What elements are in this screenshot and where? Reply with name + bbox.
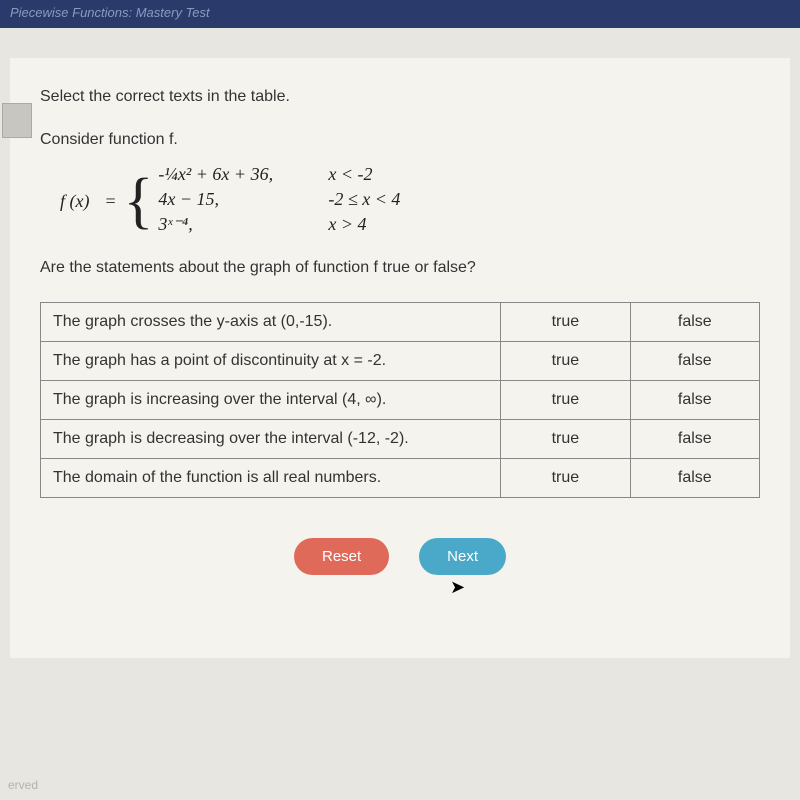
function-definition: f (x) = { -¼x² + 6x + 36, x < -2 4x − 15…	[40, 164, 760, 239]
table-row: The graph crosses the y-axis at (0,-15).…	[41, 303, 760, 342]
piece-cond: x > 4	[328, 214, 366, 235]
statement-cell: The graph is increasing over the interva…	[41, 381, 501, 420]
table-row: The graph is decreasing over the interva…	[41, 420, 760, 459]
table-row: The graph is increasing over the interva…	[41, 381, 760, 420]
statement-cell: The domain of the function is all real n…	[41, 459, 501, 498]
piece-expr: 4x − 15,	[158, 189, 328, 210]
true-cell[interactable]: true	[501, 381, 630, 420]
true-cell[interactable]: true	[501, 342, 630, 381]
statements-table: The graph crosses the y-axis at (0,-15).…	[40, 302, 760, 498]
subtitle-text: Consider function f.	[40, 131, 760, 149]
piece-row: 4x − 15, -2 ≤ x < 4	[158, 189, 400, 210]
table-row: The graph has a point of discontinuity a…	[41, 342, 760, 381]
piece-cond: -2 ≤ x < 4	[328, 189, 400, 210]
piece-row: -¼x² + 6x + 36, x < -2	[158, 164, 400, 185]
button-row: Reset Next	[40, 538, 760, 575]
next-button[interactable]: Next	[419, 538, 506, 575]
false-cell[interactable]: false	[630, 459, 759, 498]
equals: =	[105, 191, 115, 212]
statement-cell: The graph is decreasing over the interva…	[41, 420, 501, 459]
true-cell[interactable]: true	[501, 303, 630, 342]
statement-cell: The graph crosses the y-axis at (0,-15).	[41, 303, 501, 342]
header-title: Piecewise Functions: Mastery Test	[10, 5, 210, 20]
piece-row: 3ˣ⁻⁴, x > 4	[158, 214, 400, 235]
pieces-block: -¼x² + 6x + 36, x < -2 4x − 15, -2 ≤ x <…	[158, 164, 400, 239]
false-cell[interactable]: false	[630, 342, 759, 381]
true-cell[interactable]: true	[501, 420, 630, 459]
instruction-text: Select the correct texts in the table.	[40, 88, 760, 106]
left-brace: {	[124, 177, 154, 227]
piece-expr: 3ˣ⁻⁴,	[158, 214, 328, 235]
true-cell[interactable]: true	[501, 459, 630, 498]
question-text: Are the statements about the graph of fu…	[40, 259, 760, 277]
piece-expr: -¼x² + 6x + 36,	[158, 164, 328, 185]
piece-cond: x < -2	[328, 164, 372, 185]
cursor-icon: ➤	[450, 577, 465, 598]
fx-label: f (x)	[60, 191, 89, 212]
side-tab[interactable]	[2, 103, 32, 138]
footer-text: erved	[8, 778, 38, 792]
content-panel: Select the correct texts in the table. C…	[10, 58, 790, 658]
false-cell[interactable]: false	[630, 381, 759, 420]
false-cell[interactable]: false	[630, 420, 759, 459]
table-row: The domain of the function is all real n…	[41, 459, 760, 498]
false-cell[interactable]: false	[630, 303, 759, 342]
reset-button[interactable]: Reset	[294, 538, 389, 575]
header-bar: Piecewise Functions: Mastery Test	[0, 0, 800, 28]
statement-cell: The graph has a point of discontinuity a…	[41, 342, 501, 381]
